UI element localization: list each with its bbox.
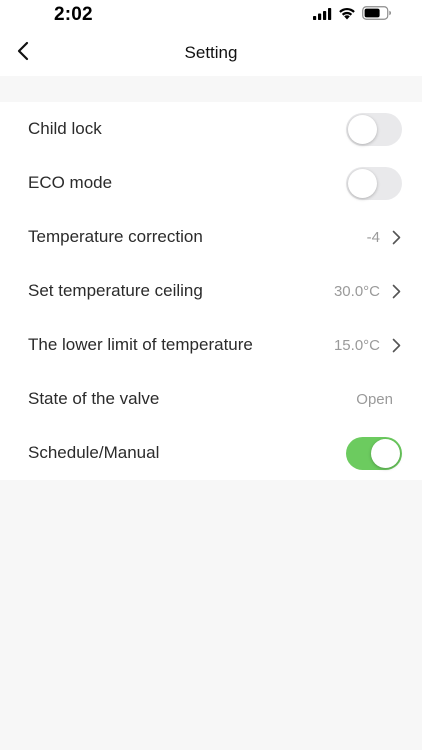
temperature-correction-label: Temperature correction <box>28 227 203 246</box>
status-time: 2:02 <box>54 4 93 25</box>
child-lock-toggle[interactable] <box>346 112 402 146</box>
valve-state-label: State of the valve <box>28 389 160 408</box>
setting-row-temperature-lower-limit[interactable]: The lower limit of temperature 15.0°C <box>0 318 422 372</box>
temperature-ceiling-label: Set temperature ceiling <box>28 281 203 300</box>
toggle-knob <box>348 114 377 144</box>
eco-mode-label: ECO mode <box>28 173 113 192</box>
setting-row-child-lock: Child lock <box>0 102 422 156</box>
page-title: Setting <box>184 43 238 62</box>
child-lock-label: Child lock <box>28 119 102 138</box>
eco-mode-toggle[interactable] <box>346 166 402 200</box>
temperature-lower-limit-label: The lower limit of temperature <box>28 335 253 354</box>
wifi-icon <box>338 7 356 25</box>
nav-bar: Setting <box>0 30 422 76</box>
temperature-lower-limit-value: 15.0°C <box>333 336 380 354</box>
temperature-ceiling-value: 30.0°C <box>333 282 380 300</box>
toggle-knob <box>348 168 377 198</box>
status-icons <box>313 6 392 25</box>
settings-list: Child lock ECO mode Temperature correcti… <box>0 102 422 480</box>
temperature-correction-value: -4 <box>366 228 380 246</box>
schedule-manual-label: Schedule/Manual <box>28 443 160 462</box>
toggle-knob <box>371 438 400 468</box>
valve-state-value: Open <box>356 390 393 408</box>
status-bar: 2:02 <box>0 0 422 30</box>
setting-row-schedule-manual: Schedule/Manual <box>0 426 422 480</box>
battery-icon <box>362 6 392 25</box>
setting-row-temperature-correction[interactable]: Temperature correction -4 <box>0 210 422 264</box>
chevron-right-icon <box>390 283 402 299</box>
setting-row-valve-state: State of the valve Open <box>0 372 422 426</box>
chevron-right-icon <box>390 229 402 245</box>
schedule-manual-toggle[interactable] <box>346 436 402 470</box>
signal-icon <box>313 7 332 25</box>
setting-row-temperature-ceiling[interactable]: Set temperature ceiling 30.0°C <box>0 264 422 318</box>
setting-row-eco-mode: ECO mode <box>0 156 422 210</box>
chevron-right-icon <box>390 337 402 353</box>
